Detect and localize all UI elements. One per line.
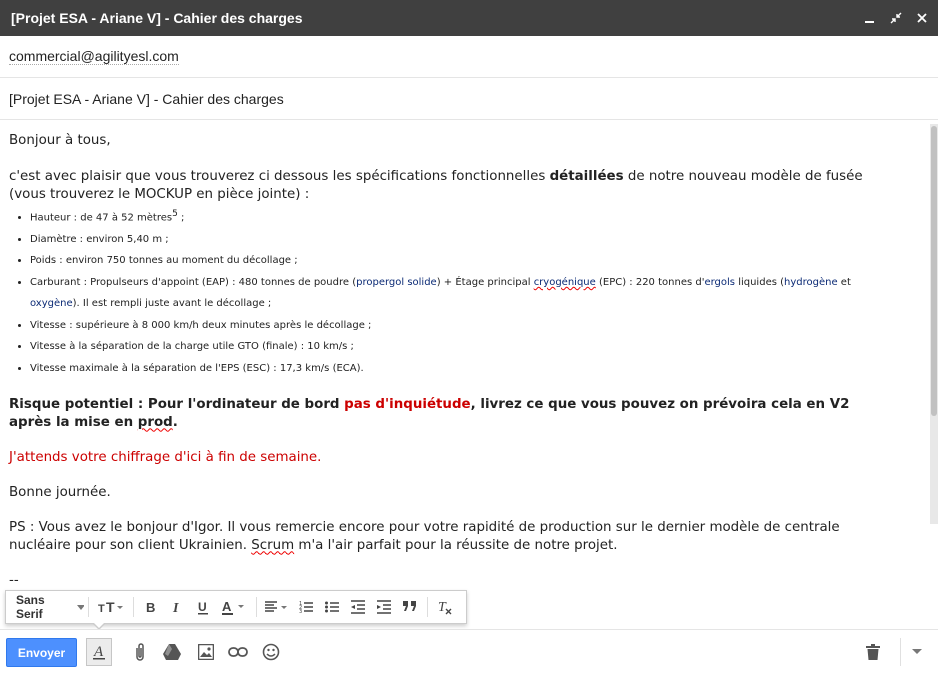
intro-paragraph: c'est avec plaisir que vous trouverez ci…	[9, 169, 863, 202]
bold-icon[interactable]: B	[138, 592, 164, 622]
italic-icon[interactable]: I	[164, 592, 190, 622]
recipient-chip[interactable]: commercial@agilityesl.com	[9, 48, 179, 65]
svg-text:3: 3	[299, 609, 302, 614]
formatting-icon[interactable]: A	[86, 638, 112, 666]
closing: Bonne journée.	[9, 485, 111, 501]
remove-formatting-icon[interactable]: T	[432, 592, 458, 622]
emoji-icon[interactable]	[259, 640, 283, 664]
link-icon[interactable]	[226, 640, 250, 664]
numbered-list-icon[interactable]: 123	[293, 592, 319, 622]
drive-icon[interactable]	[160, 640, 184, 664]
expand-icon[interactable]	[888, 10, 904, 26]
list-item: Hauteur : de 47 à 52 mètres5 ;	[30, 204, 889, 229]
formatting-toolbar: Sans Serif TT B I U A 123 T	[5, 590, 467, 624]
list-item: Diamètre : environ 5,40 m ;	[30, 229, 889, 251]
font-size-icon[interactable]: TT	[93, 592, 129, 622]
spec-list: Hauteur : de 47 à 52 mètres5 ; Diamètre …	[9, 204, 889, 379]
compose-titlebar[interactable]: [Projet ESA - Ariane V] - Cahier des cha…	[0, 0, 938, 36]
subject-field[interactable]: [Projet ESA - Ariane V] - Cahier des cha…	[0, 78, 938, 120]
more-options-icon[interactable]	[905, 640, 929, 664]
list-item: Vitesse maximale à la séparation de l'EP…	[30, 358, 889, 380]
svg-text:T: T	[98, 603, 105, 614]
svg-text:T: T	[438, 600, 447, 615]
svg-text:I: I	[172, 601, 179, 614]
ps-paragraph: PS : Vous avez le bonjour d'Igor. Il vou…	[9, 520, 840, 554]
minimize-icon[interactable]	[862, 10, 878, 26]
list-item: Poids : environ 750 tonnes au moment du …	[30, 250, 889, 272]
bulleted-list-icon[interactable]	[319, 592, 345, 622]
align-icon[interactable]	[261, 592, 293, 622]
font-family-select[interactable]: Sans Serif	[6, 592, 84, 622]
underline-icon[interactable]: U	[190, 592, 216, 622]
list-item: Vitesse : supérieure à 8 000 km/h deux m…	[30, 315, 889, 337]
svg-text:T: T	[106, 600, 115, 614]
signature-separator: --	[9, 573, 19, 589]
svg-text:A: A	[222, 599, 232, 614]
message-body[interactable]: Bonjour à tous, c'est avec plaisir que v…	[9, 132, 889, 616]
greeting: Bonjour à tous,	[9, 133, 111, 148]
deadline-paragraph: J'attends votre chiffrage d'ici à fin de…	[9, 450, 322, 466]
send-button[interactable]: Envoyer	[6, 638, 77, 667]
svg-text:B: B	[146, 600, 155, 614]
svg-text:U: U	[198, 600, 207, 614]
list-item: Vitesse à la séparation de la charge uti…	[30, 336, 889, 358]
quote-icon[interactable]	[397, 592, 423, 622]
attach-icon[interactable]	[128, 640, 152, 664]
svg-text:A: A	[93, 644, 104, 660]
compose-bottom-bar: Envoyer A	[0, 629, 938, 673]
scrollbar-thumb[interactable]	[931, 126, 937, 416]
indent-more-icon[interactable]	[371, 592, 397, 622]
list-item: Carburant : Propulseurs d'appoint (EAP) …	[30, 272, 889, 315]
risk-paragraph: Risque potentiel : Pour l'ordinateur de …	[9, 397, 850, 431]
scrollbar[interactable]	[930, 124, 938, 524]
recipients-field[interactable]: commercial@agilityesl.com	[0, 36, 938, 78]
trash-icon[interactable]	[861, 640, 885, 664]
subject-text[interactable]: [Projet ESA - Ariane V] - Cahier des cha…	[9, 91, 284, 107]
text-color-icon[interactable]: A	[216, 592, 252, 622]
window-title: [Projet ESA - Ariane V] - Cahier des cha…	[11, 10, 303, 26]
close-icon[interactable]	[914, 10, 930, 26]
toolbar-pointer-inner	[93, 622, 105, 628]
indent-less-icon[interactable]	[345, 592, 371, 622]
photo-icon[interactable]	[194, 640, 218, 664]
